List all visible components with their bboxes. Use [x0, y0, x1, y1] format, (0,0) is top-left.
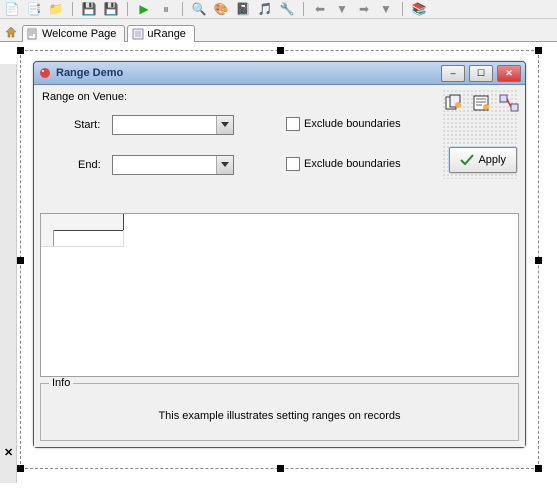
tab-welcome[interactable]: Welcome Page — [22, 25, 125, 42]
link-icon[interactable] — [496, 91, 521, 115]
palette-icon[interactable]: 🎨 — [213, 1, 229, 17]
new-multi-icon[interactable]: 📑 — [26, 1, 42, 17]
apply-label: Apply — [478, 154, 506, 166]
main-toolbar: 📄 📑 📁 💾 💾 ▶ ⏸ 🔍 🎨 📓 🎵 🔧 ⬅ ▼ ➡ ▼ 📚 — [0, 0, 557, 19]
tab-urange[interactable]: uRange — [127, 25, 195, 42]
tab-bar: Welcome Page uRange — [0, 19, 557, 42]
apply-button[interactable]: Apply — [449, 147, 517, 173]
start-combo[interactable] — [112, 115, 234, 135]
start-label: Start: — [74, 119, 100, 131]
titlebar[interactable]: Range Demo – ☐ ✕ — [34, 62, 525, 85]
stack-icon[interactable]: 📚 — [411, 1, 427, 17]
pause-icon[interactable]: ⏸ — [158, 1, 174, 17]
right-dotted-panel: Apply — [442, 89, 519, 179]
nav-up-icon[interactable]: ▼ — [378, 1, 394, 17]
info-text: This example illustrates setting ranges … — [41, 384, 518, 422]
tab-label: Welcome Page — [42, 28, 116, 40]
music-icon[interactable]: 🎵 — [257, 1, 273, 17]
group-label: Range on Venue: — [42, 91, 127, 103]
exclude-end-label: Exclude boundaries — [304, 158, 401, 170]
range-demo-window: Range Demo – ☐ ✕ Range on Venue: Start: … — [33, 61, 526, 448]
nav-down-icon[interactable]: ▼ — [334, 1, 350, 17]
exclude-end-checkbox[interactable]: Exclude boundaries — [286, 157, 401, 171]
end-combo[interactable] — [112, 155, 234, 175]
info-title: Info — [49, 377, 73, 389]
window-client: Range on Venue: Start: Exclude boundarie… — [34, 85, 525, 447]
close-gutter-icon[interactable]: ✕ — [4, 446, 13, 459]
folder-icon[interactable]: 📁 — [48, 1, 64, 17]
tool-icon[interactable]: 🔧 — [279, 1, 295, 17]
checkbox-icon — [286, 117, 300, 131]
end-label: End: — [78, 159, 101, 171]
new-doc-icon[interactable]: 📄 — [4, 1, 20, 17]
nav-right-icon[interactable]: ➡ — [356, 1, 372, 17]
form-container: Range Demo – ☐ ✕ Range on Venue: Start: … — [20, 50, 539, 469]
tab-label: uRange — [147, 28, 186, 40]
run-icon[interactable]: ▶ — [136, 1, 152, 17]
data-grid[interactable] — [40, 213, 519, 377]
chevron-down-icon[interactable] — [216, 156, 233, 174]
save-all-icon[interactable]: 💾 — [103, 1, 119, 17]
chevron-down-icon[interactable] — [216, 116, 233, 134]
close-button[interactable]: ✕ — [497, 65, 521, 82]
cards-icon[interactable] — [442, 91, 467, 115]
save-icon[interactable]: 💾 — [81, 1, 97, 17]
exclude-start-label: Exclude boundaries — [304, 118, 401, 130]
designer-surface: ✕ Range Demo – ☐ ✕ Range on Venue: Start… — [0, 42, 557, 501]
checkbox-icon — [286, 157, 300, 171]
unit-icon — [132, 28, 144, 40]
check-icon — [460, 154, 474, 166]
exclude-start-checkbox[interactable]: Exclude boundaries — [286, 117, 401, 131]
nav-left-icon[interactable]: ⬅ — [312, 1, 328, 17]
book-icon[interactable]: 📓 — [235, 1, 251, 17]
page-icon — [27, 28, 39, 40]
minimize-button[interactable]: – — [441, 65, 465, 82]
grid-cell — [53, 230, 124, 247]
detail-icon[interactable] — [469, 91, 494, 115]
info-panel: Info This example illustrates setting ra… — [40, 383, 519, 441]
view-icon[interactable]: 🔍 — [191, 1, 207, 17]
grid-column-header[interactable] — [41, 214, 124, 231]
app-icon — [38, 66, 52, 80]
maximize-button[interactable]: ☐ — [469, 65, 493, 82]
designer-gutter: ✕ — [0, 64, 17, 483]
window-title: Range Demo — [56, 67, 437, 79]
home-icon[interactable] — [2, 23, 20, 41]
